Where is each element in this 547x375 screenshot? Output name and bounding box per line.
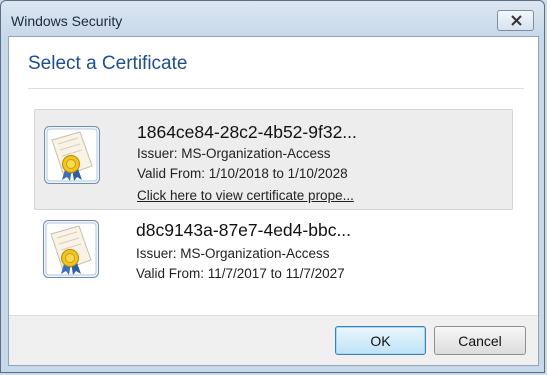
- certificate-name: d8c9143a-87e7-4ed4-bbc...: [136, 220, 352, 240]
- window-title: Windows Security: [11, 13, 123, 29]
- certificate-issuer: Issuer: MS-Organization-Access: [136, 246, 330, 261]
- certificate-item[interactable]: d8c9143a-87e7-4ed4-bbc... Issuer: MS-Org…: [34, 211, 513, 299]
- title-bar: Windows Security: [1, 1, 544, 36]
- certificate-icon: [44, 126, 100, 184]
- certificate-validity: Valid From: 11/7/2017 to 11/7/2027: [136, 266, 345, 281]
- certificate-issuer: Issuer: MS-Organization-Access: [137, 146, 331, 161]
- divider: [28, 88, 524, 89]
- close-button[interactable]: [497, 10, 534, 31]
- dialog-window: Windows Security Select a Certificate 18…: [0, 0, 545, 373]
- close-icon: [511, 15, 522, 26]
- dialog-content: Select a Certificate 1864ce84-28c2-4b52-…: [8, 36, 539, 366]
- cancel-button[interactable]: Cancel: [434, 326, 526, 355]
- certificate-validity: Valid From: 1/10/2018 to 1/10/2028: [137, 166, 348, 181]
- certificate-name: 1864ce84-28c2-4b52-9f32...: [137, 122, 357, 142]
- ok-button[interactable]: OK: [335, 326, 426, 355]
- certificate-item-selected[interactable]: 1864ce84-28c2-4b52-9f32... Issuer: MS-Or…: [34, 109, 513, 210]
- dialog-heading: Select a Certificate: [28, 53, 188, 74]
- view-properties-link[interactable]: Click here to view certificate prope...: [137, 188, 354, 203]
- button-bar: OK Cancel: [9, 315, 538, 365]
- certificate-icon: [43, 220, 99, 278]
